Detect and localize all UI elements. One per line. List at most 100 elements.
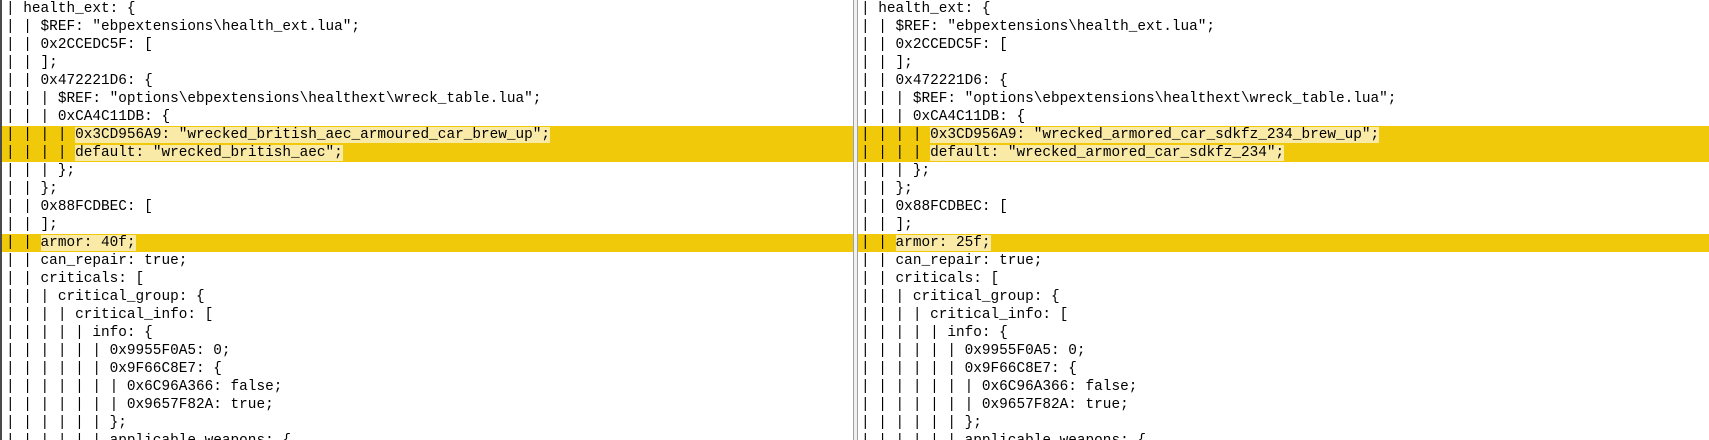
- code-text-segment: | | };: [861, 181, 913, 197]
- changed-text-segment: "wrecked_british_aec_armoured_car_brew_u…: [178, 127, 551, 143]
- code-line[interactable]: | | 0x88FCDBEC: [: [2, 198, 855, 216]
- code-line[interactable]: | | can_repair: true;: [857, 252, 1709, 270]
- code-text-segment: | | | critical_group: {: [6, 289, 205, 305]
- changed-text-segment: "wrecked_armored_car_sdkfz_234_brew_up";: [1033, 127, 1380, 143]
- code-text-segment: | | criticals: [: [6, 271, 145, 287]
- code-line[interactable]: | | | | | | | 0x6C96A366: false;: [857, 378, 1709, 396]
- code-line[interactable]: | | | | | | applicable_weapons: {: [2, 432, 855, 440]
- code-line[interactable]: | | | | | | 0x9F66C8E7: {: [2, 360, 855, 378]
- code-text-segment: | | | | | | applicable_weapons: {: [861, 433, 1146, 440]
- code-text-segment: | | | |: [6, 127, 76, 143]
- code-text-segment: | | can_repair: true;: [6, 253, 188, 269]
- changed-code-line[interactable]: | | | | 0x3CD956A9: "wrecked_armored_car…: [857, 126, 1709, 144]
- pane-splitter[interactable]: [853, 0, 858, 440]
- code-line[interactable]: | | | 0xCA4C11DB: {: [2, 108, 855, 126]
- code-text-segment: | | | 0xCA4C11DB: {: [6, 109, 171, 125]
- code-text-segment: | | | | critical_info: [: [6, 307, 214, 323]
- code-text-segment: | | | | | | | 0x6C96A366: false;: [861, 379, 1138, 395]
- code-line[interactable]: | | | | | | | 0x6C96A366: false;: [2, 378, 855, 396]
- code-line[interactable]: | | };: [857, 180, 1709, 198]
- code-text-segment: | | 0x88FCDBEC: [: [6, 199, 153, 215]
- code-line[interactable]: | | | | | | | 0x9657F82A: true;: [857, 396, 1709, 414]
- code-text-segment: | | can_repair: true;: [861, 253, 1043, 269]
- code-line[interactable]: | | ];: [2, 216, 855, 234]
- code-line[interactable]: | | can_repair: true;: [2, 252, 855, 270]
- code-text-segment: | | | 0xCA4C11DB: {: [861, 109, 1026, 125]
- code-line[interactable]: | | | | | | | 0x9657F82A: true;: [2, 396, 855, 414]
- changed-code-line[interactable]: | | | | default: "wrecked_british_aec";: [2, 144, 855, 162]
- changed-code-line[interactable]: | | armor: 25f;: [857, 234, 1709, 252]
- code-line[interactable]: | | | | | | };: [2, 414, 855, 432]
- changed-text-segment: default:: [75, 145, 153, 161]
- code-text-segment: | health_ext: {: [6, 1, 136, 17]
- code-line[interactable]: | | | | | | };: [857, 414, 1709, 432]
- code-text-segment: | | | | | | 0x9955F0A5: 0;: [6, 343, 231, 359]
- code-line[interactable]: | | ];: [857, 216, 1709, 234]
- code-text-segment: | | | | | | 0x9955F0A5: 0;: [861, 343, 1086, 359]
- changed-code-line[interactable]: | | armor: 40f;: [2, 234, 855, 252]
- changed-text-segment: 40f;: [101, 235, 136, 251]
- left-pane[interactable]: | health_ext: { | | $REF: "ebpextensions\…: [0, 0, 855, 440]
- code-line[interactable]: | | $REF: "ebpextensions\health_ext.lua"…: [857, 18, 1709, 36]
- code-line[interactable]: | | 0x88FCDBEC: [: [857, 198, 1709, 216]
- code-text-segment: | | | |: [861, 127, 931, 143]
- code-line[interactable]: | | 0x2CCEDC5F: [: [2, 36, 855, 54]
- code-text-segment: | | | | | | };: [861, 415, 982, 431]
- left-code-lines: | health_ext: { | | $REF: "ebpextensions\…: [2, 0, 855, 440]
- code-text-segment: | | 0x472221D6: {: [6, 73, 153, 89]
- code-text-segment: | | 0x472221D6: {: [861, 73, 1008, 89]
- changed-text-segment: default:: [930, 145, 1008, 161]
- code-text-segment: | |: [6, 235, 41, 251]
- code-line[interactable]: | | 0x2CCEDC5F: [: [857, 36, 1709, 54]
- right-pane[interactable]: | health_ext: {| | $REF: "ebpextensions\…: [855, 0, 1709, 440]
- code-text-segment: | | | | | | | 0x9657F82A: true;: [861, 397, 1129, 413]
- code-line[interactable]: | | | };: [2, 162, 855, 180]
- code-text-segment: | | ];: [6, 55, 58, 71]
- code-line[interactable]: | | | };: [857, 162, 1709, 180]
- code-line[interactable]: | | $REF: "ebpextensions\health_ext.lua"…: [2, 18, 855, 36]
- code-line[interactable]: | | | $REF: "options\ebpextensions\healt…: [857, 90, 1709, 108]
- code-text-segment: | | | };: [6, 163, 76, 179]
- code-line[interactable]: | | criticals: [: [2, 270, 855, 288]
- changed-text-segment: 0x3CD956A9:: [75, 127, 179, 143]
- code-text-segment: | | | | critical_info: [: [861, 307, 1069, 323]
- code-line[interactable]: | | | critical_group: {: [2, 288, 855, 306]
- code-line[interactable]: | | | 0xCA4C11DB: {: [857, 108, 1709, 126]
- code-text-segment: | | | };: [861, 163, 931, 179]
- code-line[interactable]: | | | | | info: {: [2, 324, 855, 342]
- code-text-segment: | | | | | | | 0x9657F82A: true;: [6, 397, 274, 413]
- code-text-segment: | | | |: [861, 145, 931, 161]
- code-line[interactable]: | | | | | | 0x9955F0A5: 0;: [2, 342, 855, 360]
- code-line[interactable]: | | ];: [2, 54, 855, 72]
- code-line[interactable]: | | | | | | applicable_weapons: {: [857, 432, 1709, 440]
- code-text-segment: | | ];: [861, 217, 913, 233]
- code-line[interactable]: | health_ext: {: [2, 0, 855, 18]
- code-line[interactable]: | | criticals: [: [857, 270, 1709, 288]
- code-text-segment: | | ];: [6, 217, 58, 233]
- code-text-segment: | | | | | | 0x9F66C8E7: {: [861, 361, 1077, 377]
- changed-text-segment: "wrecked_british_aec";: [152, 145, 343, 161]
- code-line[interactable]: | | 0x472221D6: {: [857, 72, 1709, 90]
- code-text-segment: | | | | | info: {: [6, 325, 153, 341]
- code-line[interactable]: | | | critical_group: {: [857, 288, 1709, 306]
- changed-code-line[interactable]: | | | | 0x3CD956A9: "wrecked_british_aec…: [2, 126, 855, 144]
- code-line[interactable]: | | | | | | 0x9F66C8E7: {: [857, 360, 1709, 378]
- changed-text-segment: "wrecked_armored_car_sdkfz_234";: [1007, 145, 1285, 161]
- code-line[interactable]: | | | | | info: {: [857, 324, 1709, 342]
- code-line[interactable]: | | 0x472221D6: {: [2, 72, 855, 90]
- code-line[interactable]: | | | $REF: "options\ebpextensions\healt…: [2, 90, 855, 108]
- code-line[interactable]: | | | | critical_info: [: [2, 306, 855, 324]
- code-text-segment: | | | $REF: "options\ebpextensions\healt…: [6, 91, 542, 107]
- code-line[interactable]: | health_ext: {: [857, 0, 1709, 18]
- code-line[interactable]: | | ];: [857, 54, 1709, 72]
- code-line[interactable]: | | };: [2, 180, 855, 198]
- changed-text-segment: 0x3CD956A9:: [930, 127, 1034, 143]
- code-text-segment: | | $REF: "ebpextensions\health_ext.lua"…: [6, 19, 361, 35]
- code-text-segment: | | ];: [861, 55, 913, 71]
- code-line[interactable]: | | | | critical_info: [: [857, 306, 1709, 324]
- code-text-segment: | | | |: [6, 145, 76, 161]
- changed-code-line[interactable]: | | | | default: "wrecked_armored_car_sd…: [857, 144, 1709, 162]
- changed-text-segment: armor:: [40, 235, 101, 251]
- code-text-segment: | | | | | | };: [6, 415, 127, 431]
- code-line[interactable]: | | | | | | 0x9955F0A5: 0;: [857, 342, 1709, 360]
